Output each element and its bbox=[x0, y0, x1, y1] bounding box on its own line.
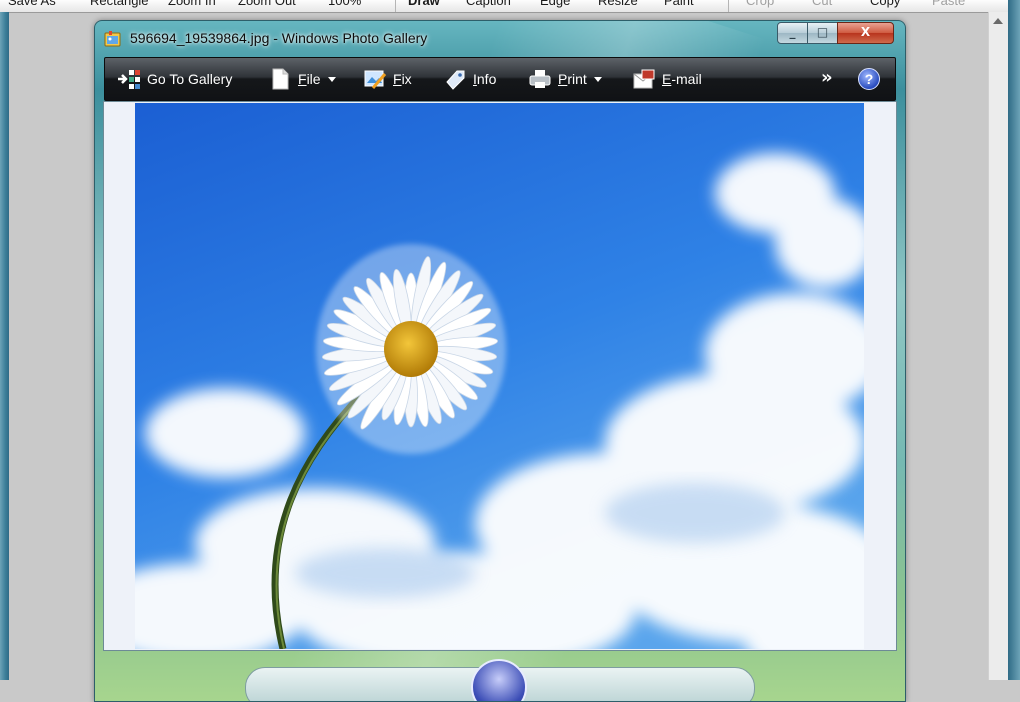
command-label: Print bbox=[558, 71, 587, 87]
help-button[interactable]: ? bbox=[858, 68, 880, 90]
host-toolbar-item[interactable]: Edge bbox=[540, 0, 570, 8]
info-button[interactable]: Info bbox=[443, 68, 496, 90]
host-toolbar-item[interactable]: Rectangle bbox=[90, 0, 149, 8]
host-toolbar-item: Cut bbox=[812, 0, 833, 8]
dropdown-arrow-icon bbox=[593, 76, 602, 82]
more-commands-button[interactable]: » bbox=[821, 67, 833, 88]
fix-icon bbox=[364, 70, 387, 89]
minimize-button[interactable]: _ bbox=[777, 22, 808, 44]
command-label: Go To Gallery bbox=[147, 71, 233, 87]
dropdown-arrow-icon bbox=[327, 76, 336, 82]
photo-gallery-window: 596694_19539864.jpg - Windows Photo Gall… bbox=[94, 20, 906, 702]
fix-button[interactable]: Fix bbox=[363, 68, 412, 90]
print-menu-button[interactable]: Print bbox=[528, 68, 602, 90]
command-label: E-mail bbox=[662, 71, 702, 87]
host-toolbar-item[interactable]: Zoom Out bbox=[238, 0, 296, 8]
maximize-button[interactable]: □ bbox=[807, 22, 838, 44]
minimize-icon: _ bbox=[789, 25, 796, 39]
host-toolbar-item[interactable]: Caption bbox=[466, 0, 511, 8]
host-toolbar: Save As Rectangle Zoom In Zoom Out 100% … bbox=[0, 0, 1008, 13]
host-window-frame-left bbox=[0, 12, 9, 680]
command-label: File bbox=[298, 71, 321, 87]
file-menu-button[interactable]: File bbox=[268, 68, 336, 90]
host-toolbar-item[interactable]: Save As bbox=[8, 0, 56, 8]
photo-gallery-app-icon bbox=[104, 31, 121, 47]
command-label: Fix bbox=[393, 71, 412, 87]
scroll-up-arrow-icon[interactable] bbox=[993, 18, 1003, 24]
caption-buttons: _ □ X bbox=[777, 22, 895, 44]
command-bar: Go To Gallery File Fix Info Print E-mail… bbox=[104, 57, 896, 101]
daisy-photo[interactable] bbox=[135, 103, 864, 649]
host-toolbar-separator bbox=[395, 0, 396, 12]
maximize-icon: □ bbox=[816, 25, 829, 39]
daisy-center bbox=[384, 321, 438, 377]
host-toolbar-item[interactable]: Resize bbox=[598, 0, 638, 8]
photo-viewer-area bbox=[103, 101, 897, 651]
host-toolbar-item[interactable]: Copy bbox=[870, 0, 900, 8]
host-toolbar-item[interactable]: 100% bbox=[328, 0, 361, 8]
host-vertical-scrollbar[interactable] bbox=[988, 12, 1009, 680]
window-title: 596694_19539864.jpg - Windows Photo Gall… bbox=[130, 30, 428, 46]
file-icon bbox=[272, 68, 289, 90]
close-icon: X bbox=[860, 25, 871, 39]
command-label: Info bbox=[473, 71, 497, 87]
printer-icon bbox=[529, 70, 551, 88]
close-button[interactable]: X bbox=[837, 22, 894, 44]
email-icon bbox=[633, 69, 655, 89]
email-button[interactable]: E-mail bbox=[632, 68, 702, 90]
host-toolbar-separator bbox=[728, 0, 729, 12]
info-tag-icon bbox=[446, 70, 465, 90]
host-toolbar-item[interactable]: Paint bbox=[664, 0, 694, 8]
go-to-gallery-button[interactable]: Go To Gallery bbox=[117, 68, 232, 90]
go-to-gallery-icon bbox=[118, 70, 140, 89]
host-toolbar-item[interactable]: Zoom In bbox=[168, 0, 216, 8]
host-window-frame-right bbox=[1008, 0, 1020, 680]
slideshow-play-button[interactable] bbox=[471, 659, 527, 701]
host-toolbar-item: Paste bbox=[932, 0, 966, 8]
host-toolbar-item: Crop bbox=[746, 0, 775, 8]
host-toolbar-item[interactable]: Draw bbox=[408, 0, 440, 8]
